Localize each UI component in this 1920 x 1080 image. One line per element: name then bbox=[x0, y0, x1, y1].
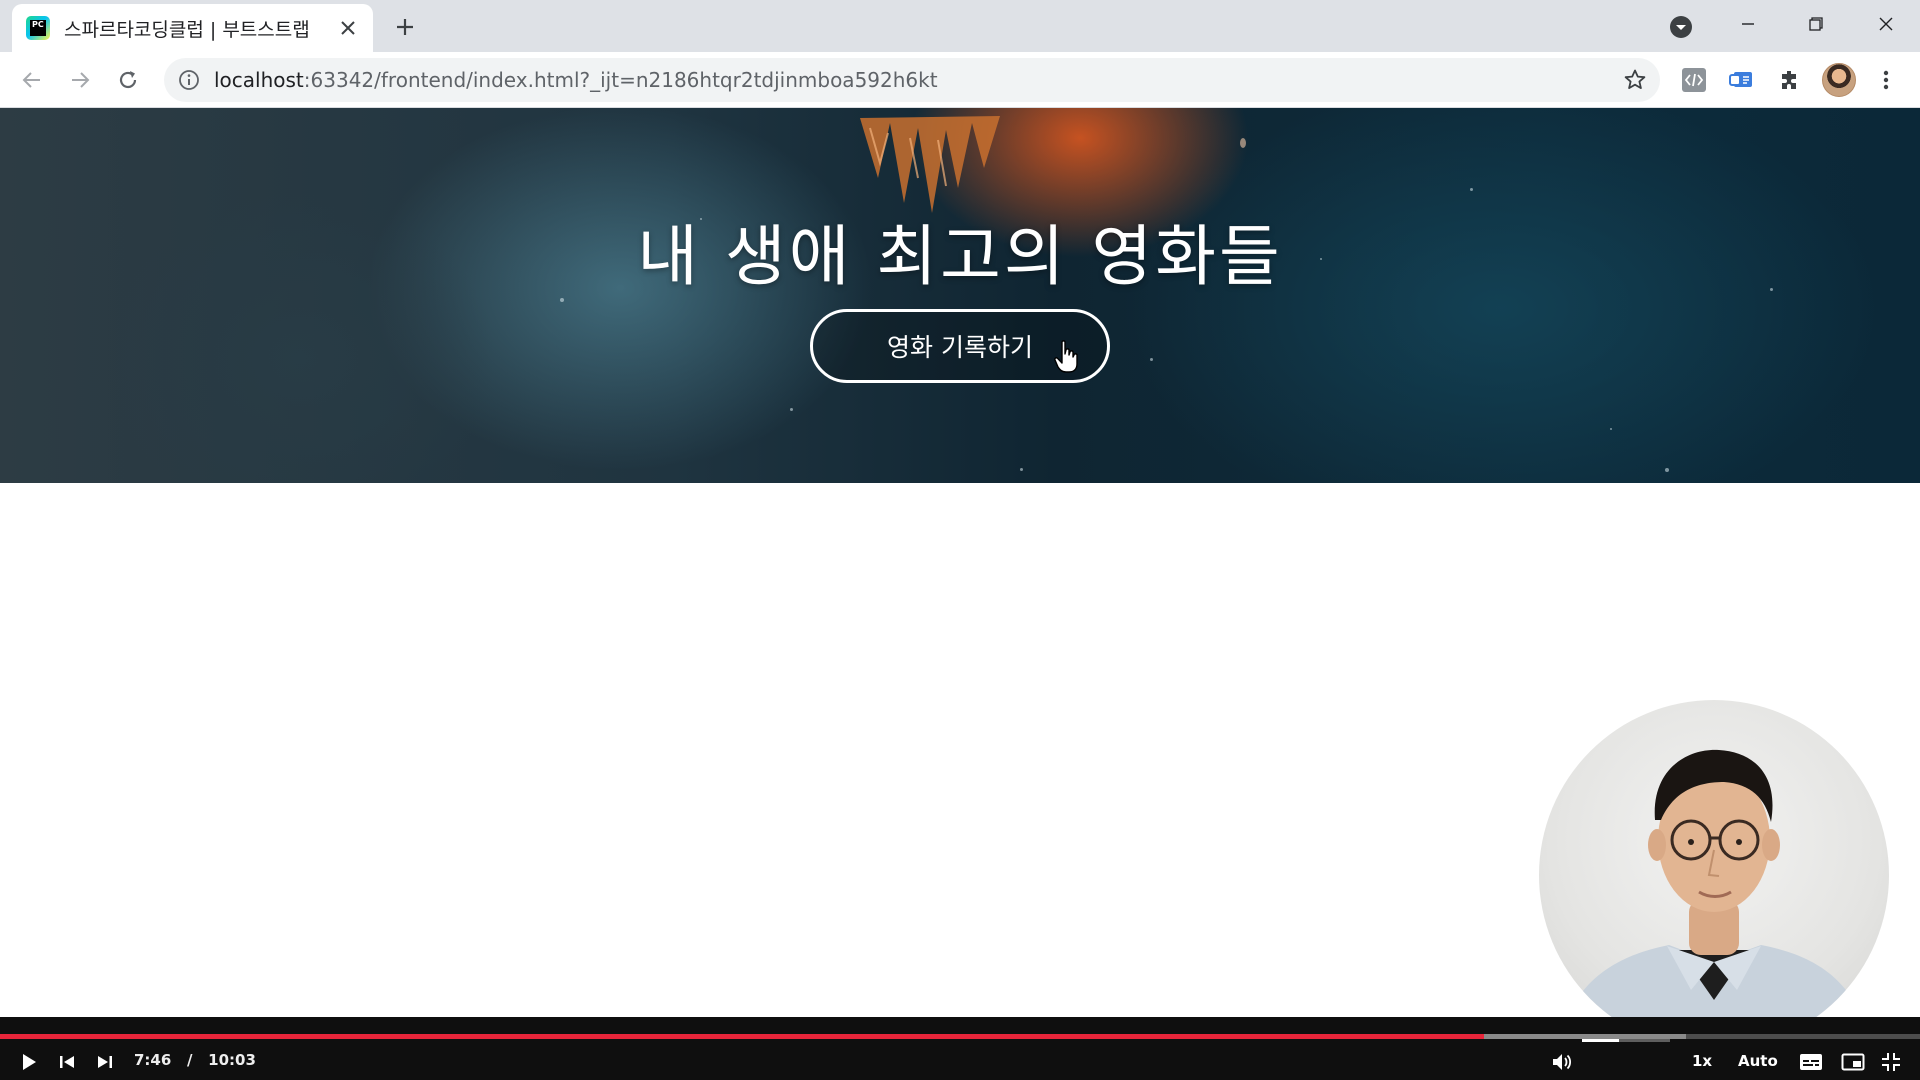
close-window-icon[interactable] bbox=[1858, 4, 1914, 44]
volume-slider[interactable] bbox=[1582, 1039, 1670, 1042]
tab-title: 스파르타코딩클럽 | 부트스트랩 bbox=[64, 18, 310, 41]
time-separator: / bbox=[186, 1051, 193, 1069]
hero-banner: 내 생애 최고의 영화들 영화 기록하기 bbox=[0, 108, 1920, 483]
browser-tab[interactable]: PC 스파르타코딩클럽 | 부트스트랩 bbox=[12, 4, 373, 52]
exit-fullscreen-icon[interactable] bbox=[1876, 1047, 1906, 1077]
info-icon[interactable] bbox=[176, 67, 202, 93]
hero-speck bbox=[790, 408, 793, 411]
hero-speck bbox=[1020, 468, 1023, 471]
tab-search-icon[interactable] bbox=[1668, 14, 1694, 40]
volume-level bbox=[1582, 1039, 1619, 1042]
url-path: :63342/frontend/index.html?_ijt=n2186htq… bbox=[303, 68, 938, 92]
next-icon[interactable] bbox=[90, 1047, 120, 1077]
bookmark-star-icon[interactable] bbox=[1622, 67, 1648, 93]
current-time: 7:46 bbox=[134, 1051, 172, 1069]
url-text[interactable]: localhost:63342/frontend/index.html?_ijt… bbox=[214, 68, 938, 92]
browser-menu-icon[interactable] bbox=[1870, 64, 1902, 96]
dev-tools-extension-icon[interactable] bbox=[1678, 64, 1710, 96]
time-display: 7:46 / 10:03 bbox=[134, 1051, 256, 1069]
screen-extension-icon[interactable] bbox=[1726, 64, 1758, 96]
playback-speed[interactable]: 1x bbox=[1692, 1052, 1712, 1070]
volume-icon[interactable] bbox=[1547, 1047, 1577, 1077]
play-icon[interactable] bbox=[14, 1047, 44, 1077]
minimize-icon[interactable] bbox=[1720, 4, 1776, 44]
hero-speck bbox=[1665, 468, 1669, 472]
extensions-puzzle-icon[interactable] bbox=[1774, 64, 1806, 96]
duration: 10:03 bbox=[208, 1051, 256, 1069]
address-bar[interactable]: localhost:63342/frontend/index.html?_ijt… bbox=[164, 58, 1660, 102]
browser-toolbar: localhost:63342/frontend/index.html?_ijt… bbox=[0, 52, 1920, 108]
back-arrow-icon[interactable] bbox=[16, 64, 48, 96]
captions-icon[interactable] bbox=[1796, 1047, 1826, 1077]
tab-close-icon[interactable] bbox=[337, 17, 359, 39]
quality-setting[interactable]: Auto bbox=[1738, 1052, 1778, 1070]
hero-speck bbox=[1150, 358, 1153, 361]
previous-icon[interactable] bbox=[52, 1047, 82, 1077]
video-player-controls: 7:46 / 10:03 1x Auto bbox=[0, 1017, 1920, 1080]
progress-played bbox=[0, 1034, 1485, 1039]
new-tab-icon[interactable] bbox=[390, 12, 420, 42]
shark-teeth-graphic bbox=[860, 116, 1000, 213]
presenter-webcam bbox=[1539, 700, 1889, 1050]
forward-arrow-icon[interactable] bbox=[64, 64, 96, 96]
hero-speck bbox=[1470, 188, 1473, 191]
page-title: 내 생애 최고의 영화들 bbox=[637, 218, 1283, 295]
profile-avatar[interactable] bbox=[1822, 63, 1856, 97]
pycharm-favicon-icon: PC bbox=[26, 16, 50, 40]
picture-in-picture-icon[interactable] bbox=[1838, 1047, 1868, 1077]
reload-icon[interactable] bbox=[112, 64, 144, 96]
hero-speck bbox=[1240, 138, 1246, 148]
presenter-figure bbox=[1559, 749, 1871, 1050]
restore-icon[interactable] bbox=[1788, 4, 1844, 44]
hand-cursor-icon bbox=[1054, 340, 1078, 373]
browser-tab-strip: PC 스파르타코딩클럽 | 부트스트랩 bbox=[0, 0, 1920, 52]
url-host: localhost bbox=[214, 68, 304, 92]
hero-speck bbox=[1610, 428, 1612, 430]
